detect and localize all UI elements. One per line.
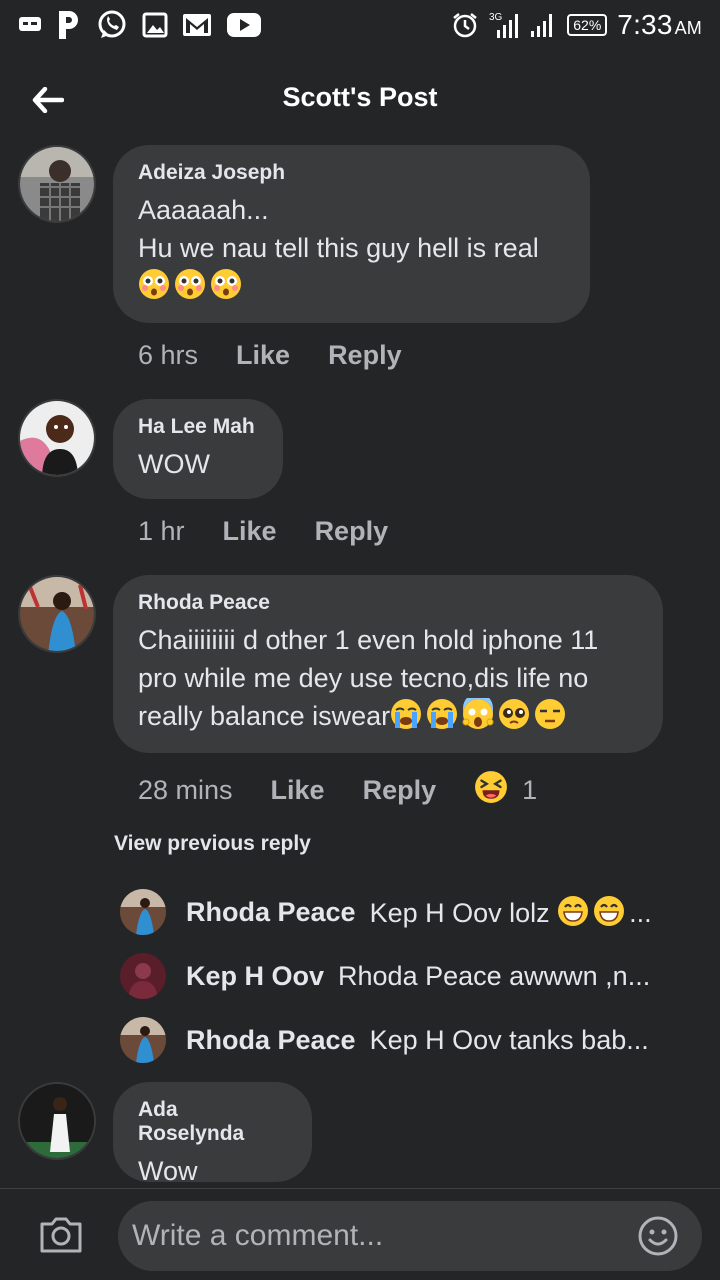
- avatar: [120, 953, 166, 999]
- grinning-face-icon: [593, 896, 629, 928]
- screaming-face-icon: [462, 698, 498, 731]
- comment-meta: 6 hrs Like Reply: [138, 340, 440, 371]
- comment-meta: 1 hr Like Reply: [138, 516, 426, 547]
- like-button[interactable]: Like: [271, 775, 325, 806]
- flushed-face-icon: [174, 269, 210, 301]
- pleading-face-icon: [498, 699, 534, 731]
- battery-indicator: 62%: [567, 14, 608, 36]
- comment-bubble[interactable]: Rhoda Peace Chaiiiiiiii d other 1 even h…: [113, 575, 663, 753]
- comment-meta: 28 mins Like Reply 1: [138, 770, 537, 811]
- comment-text: Chaiiiiiiii d other 1 even hold iphone 1…: [138, 625, 599, 731]
- reply-preview[interactable]: Kep H Oov Rhoda Peace awwwn ,n...: [120, 952, 700, 1000]
- grinning-face-icon: [557, 896, 593, 928]
- comment-author[interactable]: Ha Lee Mah: [138, 415, 257, 439]
- reply-preview[interactable]: Rhoda Peace Kep H Oov tanks bab...: [120, 1016, 700, 1064]
- status-bar: 3G 62% 7:33 AM: [0, 0, 720, 50]
- signal-icon-2: [529, 11, 557, 39]
- comment-time: 1 hr: [138, 516, 185, 546]
- view-previous-reply-link[interactable]: View previous reply: [114, 832, 311, 856]
- reply-button[interactable]: Reply: [363, 775, 437, 806]
- clock: 7:33 AM: [617, 9, 702, 40]
- smiley-icon[interactable]: [638, 1216, 678, 1256]
- alarm-icon: [451, 11, 479, 39]
- avatar[interactable]: [18, 1082, 96, 1160]
- reply-preview[interactable]: Rhoda Peace Kep H Oov lolz ...: [120, 888, 700, 936]
- camera-icon[interactable]: [38, 1215, 84, 1255]
- youtube-icon: [226, 12, 262, 38]
- p-app-icon: [56, 9, 82, 41]
- avatar: [120, 889, 166, 935]
- message-icon: [18, 15, 42, 35]
- avatar[interactable]: [18, 399, 96, 477]
- laughing-face-icon: [474, 770, 508, 811]
- reaction-count: 1: [522, 775, 538, 805]
- comment-text: Aaaaaah... Hu we nau tell this guy hell …: [138, 191, 564, 305]
- comment-bubble[interactable]: Ha Lee Mah WOW: [113, 399, 283, 499]
- comment-text: Wow: [138, 1156, 198, 1186]
- reply-text: Rhoda Peace awwwn ,n...: [338, 960, 651, 991]
- post-header: Scott's Post: [0, 56, 720, 140]
- gmail-icon: [182, 13, 212, 37]
- avatar[interactable]: [18, 145, 96, 223]
- reply-button[interactable]: Reply: [315, 516, 389, 547]
- comment-bubble[interactable]: Adeiza Joseph Aaaaaah... Hu we nau tell …: [113, 145, 590, 323]
- reply-button[interactable]: Reply: [328, 340, 402, 371]
- comment-time: 6 hrs: [138, 340, 199, 370]
- comment-input-placeholder: Write a comment...: [132, 1219, 384, 1252]
- comment-author[interactable]: Adeiza Joseph: [138, 161, 564, 185]
- reply-author: Kep H Oov: [186, 960, 325, 991]
- reaction-summary[interactable]: 1: [474, 770, 537, 811]
- avatar: [120, 1017, 166, 1063]
- page-title: Scott's Post: [282, 82, 438, 112]
- comment-bubble[interactable]: Ada Roselynda Wow: [113, 1082, 312, 1186]
- signal-icon: 3G: [489, 10, 519, 40]
- reply-author: Rhoda Peace: [186, 896, 356, 927]
- reply-text: Kep H Oov lolz ...: [369, 896, 652, 928]
- flushed-face-icon: [138, 269, 174, 301]
- like-button[interactable]: Like: [223, 516, 277, 547]
- comment-input[interactable]: Write a comment...: [118, 1201, 702, 1271]
- comment-author[interactable]: Ada Roselynda: [138, 1098, 286, 1146]
- svg-text:3G: 3G: [489, 12, 503, 23]
- comment-time: 28 mins: [138, 775, 233, 805]
- loudly-crying-face-icon: [426, 699, 462, 731]
- loudly-crying-face-icon: [390, 699, 426, 731]
- flushed-face-icon: [210, 269, 246, 301]
- reply-text: Kep H Oov tanks bab...: [369, 1024, 649, 1055]
- avatar[interactable]: [18, 575, 96, 653]
- like-button[interactable]: Like: [236, 340, 290, 371]
- unamused-face-icon: [534, 699, 570, 731]
- comment-composer: Write a comment...: [0, 1188, 720, 1280]
- reply-author: Rhoda Peace: [186, 1024, 356, 1055]
- gallery-icon: [142, 12, 168, 38]
- comment-text: WOW: [138, 449, 210, 479]
- whatsapp-icon: [96, 9, 128, 41]
- comment-author[interactable]: Rhoda Peace: [138, 591, 637, 615]
